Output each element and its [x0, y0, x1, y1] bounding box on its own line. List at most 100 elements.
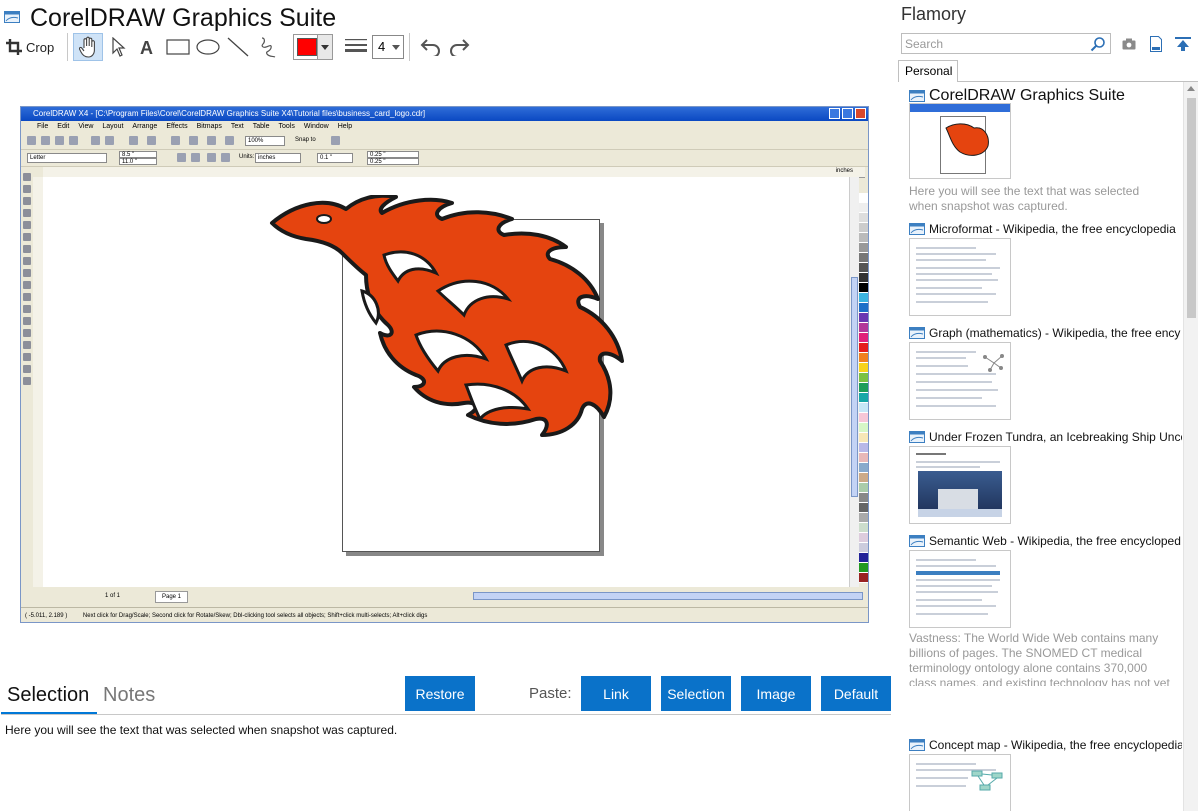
cd-property-bar: Letter 8.5 " 11.0 " Units: inches 0.1 " …: [21, 150, 868, 167]
pin-icon[interactable]: [1174, 35, 1192, 52]
text-tool-button[interactable]: A: [135, 33, 159, 61]
tab-selection[interactable]: Selection: [7, 684, 89, 707]
list-item-description: Here you will see the text that was sele…: [909, 184, 1140, 213]
list-item-thumbnail: [909, 238, 1011, 316]
paste-link-button[interactable]: Link: [581, 676, 651, 711]
line-width-icon: [343, 33, 369, 61]
cd-palette-swatch: [859, 423, 868, 433]
cd-toolbox: [21, 167, 33, 597]
redo-icon: [450, 39, 470, 56]
cd-palette-swatch: [859, 283, 868, 293]
scroll-up-icon[interactable]: [1187, 86, 1195, 91]
cd-menu-item: Layout: [102, 123, 124, 130]
ellipse-tool-button[interactable]: [194, 33, 222, 61]
tab-divider: [1, 714, 891, 715]
cd-palette-swatch: [859, 333, 868, 343]
redo-button[interactable]: [446, 33, 474, 61]
cd-palette-swatch: [859, 543, 868, 553]
rectangle-tool-button[interactable]: [164, 33, 192, 61]
pointer-tool-button[interactable]: [107, 33, 131, 61]
list-item-thumbnail: [909, 550, 1011, 628]
page-icon: [909, 535, 925, 547]
cd-palette-swatch: [859, 303, 868, 313]
panel-title: Flamory: [901, 4, 967, 24]
cd-palette-swatch: [859, 533, 868, 543]
cd-menu-item: Bitmaps: [196, 123, 222, 130]
crop-label: Crop: [26, 39, 55, 55]
cd-menu-item: Tools: [278, 123, 295, 130]
cd-palette-swatch: [859, 353, 868, 363]
cd-page-count: 1 of 1: [105, 593, 121, 599]
cd-menu-item: View: [78, 123, 94, 130]
cd-status-coords: ( -5.011, 2.189 ): [25, 613, 68, 619]
cd-tool-icon: [23, 245, 31, 253]
paste-image-button[interactable]: Image: [741, 676, 811, 711]
line-tool-button[interactable]: [225, 33, 251, 61]
list-item-title: Semantic Web - Wikipedia, the free encyc…: [929, 534, 1181, 548]
restore-button[interactable]: Restore: [405, 676, 475, 711]
cd-tool-icon: [23, 305, 31, 313]
search-input[interactable]: [902, 34, 1075, 53]
cd-tool-icon: [23, 317, 31, 325]
scrollbar-thumb[interactable]: [1187, 98, 1196, 318]
undo-button[interactable]: [416, 33, 444, 61]
panel-scrollbar[interactable]: [1183, 82, 1198, 811]
cd-palette-swatch: [859, 463, 868, 473]
crop-icon: [6, 39, 22, 55]
cd-tool-icon: [23, 353, 31, 361]
freehand-tool-button[interactable]: [255, 33, 281, 61]
cd-palette-swatch: [859, 383, 868, 393]
page-icon: [909, 431, 925, 443]
color-swatch: [297, 38, 317, 56]
cd-width: 8.5 ": [119, 151, 157, 158]
selection-text: Here you will see the text that was sele…: [5, 723, 398, 737]
cd-palette-swatch: [859, 433, 868, 443]
cd-units-label: Units:: [239, 154, 255, 160]
cd-statusbar: ( -5.011, 2.189 ) Next click for Drag/Sc…: [21, 607, 868, 622]
cd-tool-icon: [23, 209, 31, 217]
cd-palette-swatch: [859, 553, 868, 563]
text-icon: A: [140, 38, 153, 56]
cd-tool-icon: [23, 293, 31, 301]
document-icon[interactable]: [1147, 35, 1165, 52]
search-box[interactable]: [901, 33, 1111, 54]
cd-palette-swatch: [859, 483, 868, 493]
list-item-title: Graph (mathematics) - Wikipedia, the fre…: [929, 326, 1181, 340]
tab-personal[interactable]: Personal: [898, 60, 958, 82]
chevron-down-icon[interactable]: [317, 35, 332, 59]
cd-page-navigator: 1 of 1 Page 1: [43, 590, 863, 603]
line-width-select[interactable]: 4: [372, 35, 404, 59]
cd-height: 11.0 ": [119, 158, 157, 165]
undo-icon: [420, 39, 440, 56]
camera-icon[interactable]: [1120, 35, 1138, 52]
page-icon: [909, 327, 925, 339]
paste-selection-button[interactable]: Selection: [661, 676, 731, 711]
cd-palette-swatch: [859, 273, 868, 283]
crop-button[interactable]: Crop: [6, 33, 62, 61]
search-icon[interactable]: [1090, 36, 1106, 52]
list-item-title: Microformat - Wikipedia, the free encycl…: [929, 222, 1176, 236]
cd-vertical-scrollbar: [849, 177, 859, 587]
line-width-value: 4: [378, 39, 386, 54]
page-icon: [909, 90, 925, 102]
cd-tool-icon: [23, 197, 31, 205]
toolbar-divider: [67, 33, 68, 61]
cd-palette-swatch: [859, 473, 868, 483]
cd-tool-icon: [23, 281, 31, 289]
flame-eagle-logo: [270, 195, 624, 437]
cd-menu-item: Effects: [166, 123, 188, 130]
cd-tool-icon: [23, 233, 31, 241]
tab-notes[interactable]: Notes: [103, 684, 155, 707]
snapshot-list: CorelDRAW Graphics Suite Here you will s…: [898, 82, 1182, 811]
cd-palette-swatch: [859, 243, 868, 253]
cd-titlebar: CorelDRAW X4 - [C:\Program Files\Corel\C…: [21, 107, 868, 121]
cd-tool-icon: [23, 365, 31, 373]
cd-nudge: 0.1 ": [317, 153, 353, 163]
cd-snap: Snap to: [295, 137, 316, 143]
hand-icon: [79, 36, 95, 58]
cd-palette-swatch: [859, 373, 868, 383]
hand-tool-button[interactable]: [73, 33, 103, 61]
stroke-color-picker[interactable]: [293, 34, 333, 60]
paste-default-button[interactable]: Default: [821, 676, 891, 711]
snapshot-image: CorelDRAW X4 - [C:\Program Files\Corel\C…: [20, 106, 869, 623]
